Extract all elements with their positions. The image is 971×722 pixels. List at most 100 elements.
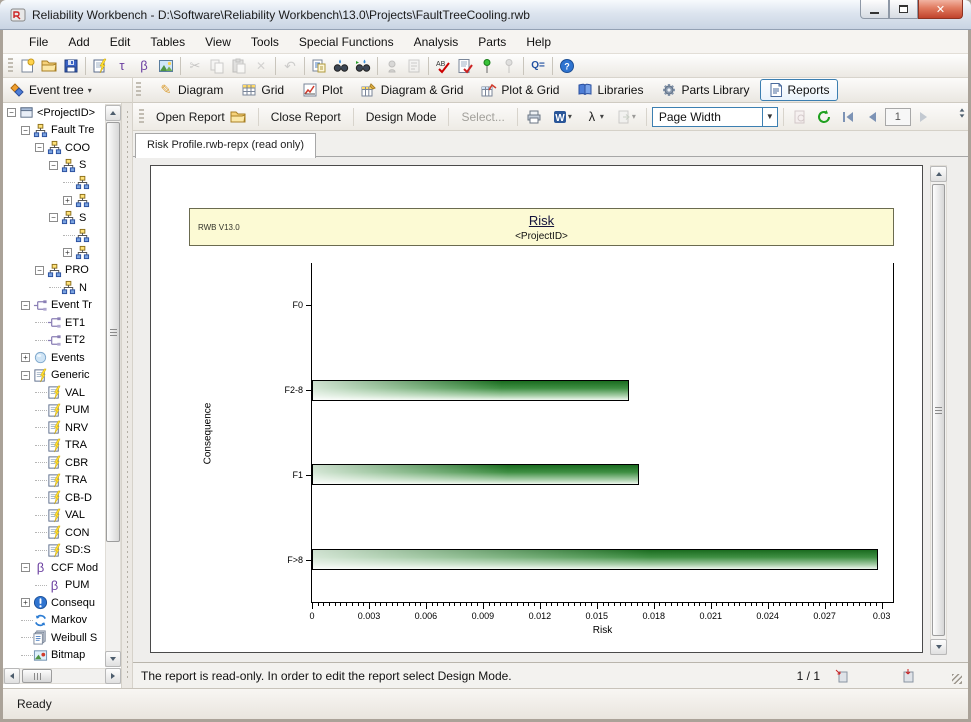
- tree-item[interactable]: [3, 174, 105, 192]
- select-button[interactable]: Select...: [454, 107, 511, 127]
- expand-toggle-icon[interactable]: +: [21, 353, 30, 362]
- close-report-button[interactable]: Close Report: [264, 107, 348, 127]
- tree-item-val[interactable]: VAL: [3, 507, 105, 525]
- add-image-button[interactable]: [155, 55, 177, 77]
- menu-tables[interactable]: Tables: [140, 31, 195, 53]
- tree-item-pro[interactable]: −PRO: [3, 262, 105, 280]
- export-word-button[interactable]: W▾: [547, 106, 577, 128]
- tree-horizontal-scrollbar[interactable]: [3, 668, 121, 684]
- copy-button[interactable]: [206, 55, 228, 77]
- close-button[interactable]: ✕: [918, 0, 963, 19]
- tab-diagram[interactable]: ✎Diagram: [150, 79, 231, 101]
- tree-item-con[interactable]: CON: [3, 524, 105, 542]
- project-options-button[interactable]: [403, 55, 425, 77]
- collapse-toggle-icon[interactable]: −: [21, 563, 30, 572]
- resize-grip[interactable]: [952, 674, 962, 684]
- collapse-toggle-icon[interactable]: −: [21, 126, 30, 135]
- tree-item-fault-tre[interactable]: −Fault Tre: [3, 122, 105, 140]
- menu-edit[interactable]: Edit: [100, 31, 141, 53]
- tab-diagram-grid[interactable]: Diagram & Grid: [353, 79, 472, 101]
- tree-item-val[interactable]: VAL: [3, 384, 105, 402]
- print-button[interactable]: [523, 106, 545, 128]
- previous-page-button[interactable]: [861, 106, 883, 128]
- tree-item-ccf-mod[interactable]: −βCCF Mod: [3, 559, 105, 577]
- collapse-toggle-icon[interactable]: −: [49, 213, 58, 222]
- tree-item-et2[interactable]: ET2: [3, 332, 105, 350]
- first-page-button[interactable]: [837, 106, 859, 128]
- delete-button[interactable]: ✕: [250, 55, 272, 77]
- tree-item-pum[interactable]: PUM: [3, 402, 105, 420]
- report-scroll-thumb[interactable]: [932, 184, 945, 636]
- restore-button[interactable]: [889, 0, 918, 19]
- main-toolbar-grip[interactable]: [8, 58, 13, 74]
- document-tab[interactable]: Risk Profile.rwb-repx (read only): [135, 133, 316, 158]
- tree-item-cbr[interactable]: CBR: [3, 454, 105, 472]
- save-project-button[interactable]: [60, 55, 82, 77]
- edit-properties-button[interactable]: [89, 55, 111, 77]
- toolbar-overflow-button[interactable]: [959, 108, 965, 118]
- pin-gray-button[interactable]: [498, 55, 520, 77]
- module-selector-dropdown[interactable]: Event tree ▾: [3, 78, 133, 103]
- tree-item-event-tr[interactable]: −Event Tr: [3, 297, 105, 315]
- tree-scroll-thumb[interactable]: [106, 122, 120, 542]
- tree-item-projectid[interactable]: −<ProjectID>: [3, 104, 105, 122]
- tab-plot[interactable]: Plot: [294, 79, 351, 101]
- find-button[interactable]: [330, 55, 352, 77]
- tree-item-s[interactable]: −S: [3, 209, 105, 227]
- paste-button[interactable]: [228, 55, 250, 77]
- tree-hscroll-thumb[interactable]: [22, 669, 52, 683]
- tab-plot-grid[interactable]: Plot & Grid: [473, 79, 567, 101]
- tree-item-markov[interactable]: Markov: [3, 612, 105, 630]
- next-page-button[interactable]: [913, 106, 935, 128]
- find-next-button[interactable]: [352, 55, 374, 77]
- zoom-marker-icon[interactable]: [834, 668, 850, 684]
- combo-dropdown-button[interactable]: ▼: [762, 108, 777, 126]
- report-toolbar-grip[interactable]: [139, 109, 144, 125]
- tree-item[interactable]: +: [3, 192, 105, 210]
- open-project-button[interactable]: [38, 55, 60, 77]
- tab-libraries[interactable]: Libraries: [569, 79, 651, 101]
- menu-add[interactable]: Add: [58, 31, 99, 53]
- collapse-toggle-icon[interactable]: −: [35, 266, 44, 275]
- collapse-toggle-icon[interactable]: −: [21, 301, 30, 310]
- tree-item-s[interactable]: −S: [3, 157, 105, 175]
- report-scroll-up-button[interactable]: [930, 166, 947, 182]
- tree-vertical-scrollbar[interactable]: [105, 104, 121, 667]
- report-scroll-down-button[interactable]: [930, 639, 947, 655]
- verify-button[interactable]: [381, 55, 403, 77]
- menu-file[interactable]: File: [19, 31, 58, 53]
- refresh-button[interactable]: [813, 106, 835, 128]
- collapse-toggle-icon[interactable]: −: [49, 161, 58, 170]
- scroll-down-button[interactable]: [105, 651, 121, 667]
- export-other-button[interactable]: ▾: [611, 106, 641, 128]
- tree-item-coo[interactable]: −COO: [3, 139, 105, 157]
- collapse-toggle-icon[interactable]: −: [21, 371, 30, 380]
- export-lambda-button[interactable]: λ▾: [579, 106, 609, 128]
- verify-report-button[interactable]: [454, 55, 476, 77]
- collapse-toggle-icon[interactable]: −: [7, 108, 16, 117]
- design-mode-button[interactable]: Design Mode: [359, 107, 444, 127]
- copy-table-button[interactable]: [308, 55, 330, 77]
- collapse-toggle-icon[interactable]: −: [35, 143, 44, 152]
- tree-item-weibull-s[interactable]: Weibull S: [3, 629, 105, 647]
- tree-item-events[interactable]: +Events: [3, 349, 105, 367]
- scroll-up-button[interactable]: [105, 105, 121, 121]
- fit-page-icon[interactable]: [900, 668, 916, 684]
- tab-parts-library[interactable]: Parts Library: [653, 79, 757, 101]
- tree-item-tra[interactable]: TRA: [3, 437, 105, 455]
- tab-grid[interactable]: Grid: [233, 79, 292, 101]
- expand-toggle-icon[interactable]: +: [63, 196, 72, 205]
- toolbar-grip[interactable]: [136, 82, 141, 98]
- tree-item-n[interactable]: N: [3, 279, 105, 297]
- tree-item[interactable]: [3, 227, 105, 245]
- menu-view[interactable]: View: [195, 31, 241, 53]
- tab-reports[interactable]: Reports: [760, 79, 838, 101]
- menu-special-functions[interactable]: Special Functions: [289, 31, 404, 53]
- tree-item[interactable]: +: [3, 244, 105, 262]
- tree-item-tra[interactable]: TRA: [3, 472, 105, 490]
- tree-item-et1[interactable]: ET1: [3, 314, 105, 332]
- tree-item-generic[interactable]: −Generic: [3, 367, 105, 385]
- undo-button[interactable]: ↶: [279, 55, 301, 77]
- menu-analysis[interactable]: Analysis: [404, 31, 469, 53]
- report-viewport[interactable]: RWB V13.0 Risk <ProjectID> Consequence F…: [133, 157, 968, 662]
